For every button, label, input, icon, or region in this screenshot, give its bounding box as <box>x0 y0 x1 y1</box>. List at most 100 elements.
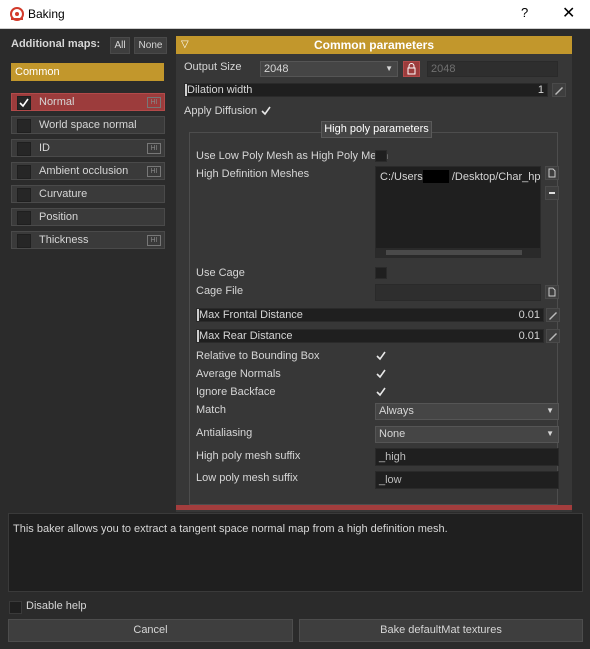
relative-bbox-label: Relative to Bounding Box <box>196 350 320 362</box>
ignore-backface-label: Ignore Backface <box>196 386 276 398</box>
average-normals-label: Average Normals <box>196 368 281 380</box>
bake-button[interactable]: Bake defaultMat textures <box>299 619 583 642</box>
max-rear-value: 0.01 <box>518 330 540 342</box>
list-item[interactable]: C:/Users/ /Desktop/Char_hp_ <box>380 171 540 183</box>
map-checkbox[interactable] <box>17 234 31 248</box>
hd-meshes-label: High Definition Meshes <box>196 168 310 180</box>
dilation-width-value: 1 <box>537 84 544 96</box>
map-checkbox[interactable] <box>17 142 31 156</box>
map-item-label: Position <box>39 211 79 223</box>
max-rear-slider[interactable]: Max Rear Distance 0.01 <box>196 329 544 343</box>
close-icon[interactable]: ✕ <box>562 3 575 23</box>
antialiasing-value: None <box>379 428 406 440</box>
relative-bbox-checkbox[interactable] <box>375 350 387 362</box>
hi-badge-icon: HI <box>147 97 161 108</box>
map-checkbox[interactable] <box>17 165 31 179</box>
map-item-ambient-occlusion[interactable]: Ambient occlusion HI <box>11 162 165 180</box>
disable-help-label: Disable help <box>26 600 87 612</box>
map-item-label: Normal <box>39 96 75 108</box>
max-frontal-slider[interactable]: Max Frontal Distance 0.01 <box>196 308 544 322</box>
antialiasing-select[interactable]: None ▼ <box>375 426 559 443</box>
high-poly-title: High poly parameters <box>321 121 432 138</box>
match-select[interactable]: Always ▼ <box>375 403 559 420</box>
map-checkbox[interactable] <box>17 96 31 110</box>
mesh-path-start: C:/Users/ <box>380 171 426 183</box>
map-item-label: World space normal <box>39 119 137 131</box>
all-button[interactable]: All <box>110 37 130 54</box>
window-title: Baking <box>28 7 65 21</box>
lock-ratio-button[interactable] <box>403 61 420 77</box>
output-size-linked-field[interactable]: 2048 <box>427 61 558 77</box>
next-section-header[interactable] <box>176 505 572 510</box>
add-mesh-button[interactable] <box>545 166 559 180</box>
checkmark-icon <box>19 98 29 108</box>
apply-diffusion-checkbox[interactable] <box>260 105 272 117</box>
high-suffix-input[interactable]: _high <box>375 448 559 466</box>
edit-value-button[interactable] <box>546 308 560 322</box>
checkmark-icon <box>261 106 271 116</box>
cancel-button[interactable]: Cancel <box>8 619 293 642</box>
use-cage-label: Use Cage <box>196 267 245 279</box>
pencil-icon <box>555 87 563 95</box>
browse-cage-button[interactable] <box>545 285 559 299</box>
chevron-down-icon: ▼ <box>546 406 554 415</box>
scrollbar-thumb[interactable] <box>386 250 522 255</box>
dilation-width-slider[interactable]: Dilation width 1 <box>184 83 548 97</box>
map-checkbox[interactable] <box>17 119 31 133</box>
map-checkbox[interactable] <box>17 211 31 225</box>
output-size-value: 2048 <box>264 63 289 75</box>
match-value: Always <box>379 405 414 417</box>
file-icon <box>548 168 556 178</box>
map-checkbox[interactable] <box>17 188 31 202</box>
help-icon[interactable]: ? <box>521 5 528 20</box>
antialiasing-label: Antialiasing <box>196 427 253 439</box>
edit-value-button[interactable] <box>546 329 560 343</box>
low-suffix-label: Low poly mesh suffix <box>196 472 298 484</box>
collapse-chevron-icon[interactable]: ▽ <box>181 36 189 54</box>
substance-app-icon <box>10 7 24 21</box>
map-item-world-space-normal[interactable]: World space normal <box>11 116 165 134</box>
max-frontal-label: Max Frontal Distance <box>199 309 303 321</box>
maps-sidebar: Additional maps: All None Common Normal … <box>0 29 176 511</box>
average-normals-checkbox[interactable] <box>375 368 387 380</box>
high-suffix-label: High poly mesh suffix <box>196 450 301 462</box>
minus-icon <box>549 192 555 194</box>
map-item-curvature[interactable]: Curvature <box>11 185 165 203</box>
disable-help-checkbox[interactable] <box>9 601 22 614</box>
apply-diffusion-label: Apply Diffusion <box>184 105 258 117</box>
hi-badge-icon: HI <box>147 235 161 246</box>
common-parameters-header[interactable]: ▽ Common parameters <box>176 36 572 54</box>
use-low-as-high-checkbox[interactable] <box>375 150 387 162</box>
cage-file-field[interactable] <box>375 284 541 301</box>
remove-mesh-button[interactable] <box>545 186 559 200</box>
map-item-label: Thickness <box>39 234 89 246</box>
use-cage-checkbox[interactable] <box>375 267 387 279</box>
hi-badge-icon: HI <box>147 166 161 177</box>
checkmark-icon <box>376 387 386 397</box>
map-item-id[interactable]: ID HI <box>11 139 165 157</box>
low-suffix-input[interactable]: _low <box>375 471 559 489</box>
edit-value-button[interactable] <box>552 83 566 97</box>
help-text: This baker allows you to extract a tange… <box>13 523 448 535</box>
map-item-thickness[interactable]: Thickness HI <box>11 231 165 249</box>
ignore-backface-checkbox[interactable] <box>375 386 387 398</box>
file-icon <box>548 287 556 297</box>
checkmark-icon <box>376 369 386 379</box>
map-item-label: Curvature <box>39 188 88 200</box>
match-label: Match <box>196 404 226 416</box>
help-text-area: This baker allows you to extract a tange… <box>8 513 583 592</box>
none-button[interactable]: None <box>134 37 167 54</box>
hd-meshes-list[interactable]: C:/Users/ /Desktop/Char_hp_ <box>375 166 541 258</box>
common-tab[interactable]: Common <box>11 63 164 81</box>
pencil-icon <box>549 333 557 341</box>
output-size-select[interactable]: 2048 ▼ <box>260 61 398 77</box>
map-item-position[interactable]: Position <box>11 208 165 226</box>
pencil-icon <box>549 312 557 320</box>
chevron-down-icon: ▼ <box>385 64 393 73</box>
horizontal-scrollbar[interactable] <box>376 248 540 257</box>
output-size-label: Output Size <box>184 61 242 73</box>
use-low-as-high-label: Use Low Poly Mesh as High Poly Mesh <box>196 150 388 162</box>
additional-maps-label: Additional maps: <box>11 38 101 50</box>
map-item-normal[interactable]: Normal HI <box>11 93 165 111</box>
checkmark-icon <box>376 351 386 361</box>
